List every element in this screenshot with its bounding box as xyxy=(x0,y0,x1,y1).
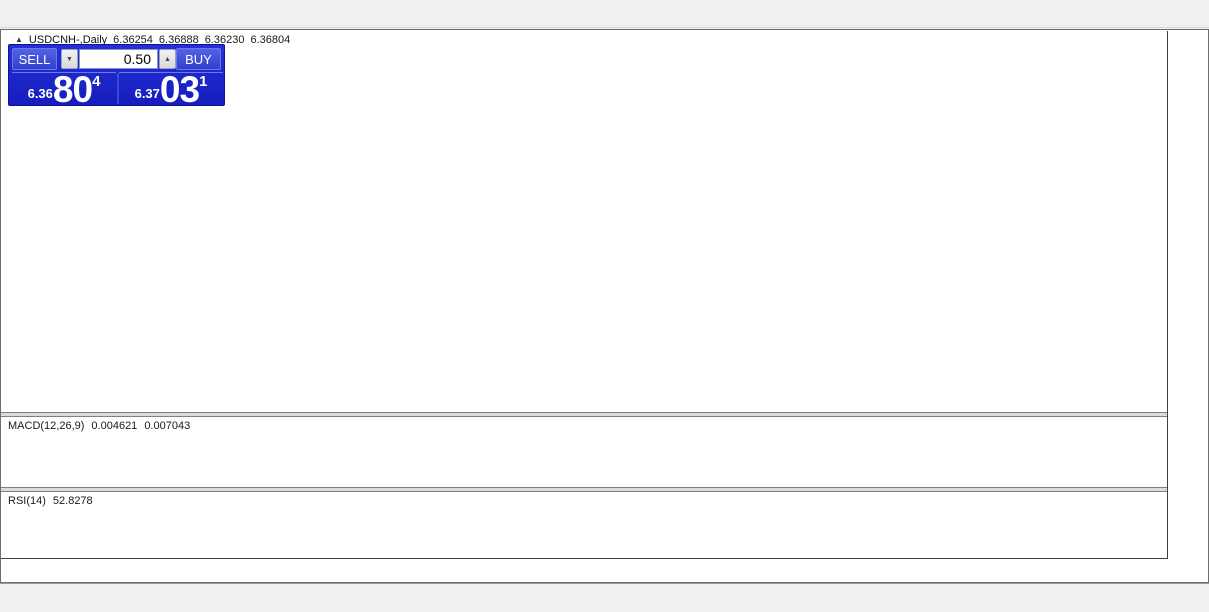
rsi-canvas[interactable] xyxy=(5,492,1167,558)
rsi-value: 52.8278 xyxy=(53,495,93,507)
status-strip xyxy=(0,608,1209,612)
sell-price-sup: 4 xyxy=(92,73,100,90)
sell-button[interactable]: SELL xyxy=(12,48,57,70)
symbol-tab-bar xyxy=(0,583,1209,608)
buy-price-sup: 1 xyxy=(199,73,207,90)
spinner-up-icon: ▲ xyxy=(164,56,171,63)
timeframe-bar xyxy=(0,0,1209,28)
price-axis xyxy=(1167,31,1208,559)
volume-input[interactable] xyxy=(79,49,158,69)
quote-close: 6.36804 xyxy=(250,34,290,46)
trading-terminal: ▲ USDCNH-,Daily 6.36254 6.36888 6.36230 … xyxy=(0,0,1209,612)
volume-up-button[interactable]: ▲ xyxy=(159,49,176,69)
buy-button[interactable]: BUY xyxy=(176,48,221,70)
price-divider xyxy=(117,73,119,104)
date-axis xyxy=(1,559,1208,582)
sell-price-big: 80 xyxy=(53,74,92,105)
buy-price[interactable]: 6.37031 xyxy=(121,72,221,105)
volume-down-button[interactable]: ▼ xyxy=(61,49,78,69)
rsi-label: RSI(14) 52.8278 xyxy=(8,495,93,507)
buy-price-prefix: 6.37 xyxy=(135,86,160,101)
spinner-down-icon: ▼ xyxy=(66,56,73,63)
rsi-name: RSI(14) xyxy=(8,495,46,507)
chart-window: ▲ USDCNH-,Daily 6.36254 6.36888 6.36230 … xyxy=(0,29,1209,583)
sell-price-prefix: 6.36 xyxy=(28,86,53,101)
trade-panel: SELL ▼ ▲ BUY 6.36804 6.37031 xyxy=(8,44,225,106)
buy-price-big: 03 xyxy=(160,74,199,105)
collapse-chart-icon[interactable]: ▲ xyxy=(15,35,23,44)
macd-value-main: 0.004621 xyxy=(91,420,137,432)
macd-label: MACD(12,26,9) 0.004621 0.007043 xyxy=(8,420,190,432)
macd-name: MACD(12,26,9) xyxy=(8,420,84,432)
macd-value-signal: 0.007043 xyxy=(144,420,190,432)
sell-price[interactable]: 6.36804 xyxy=(14,72,114,105)
